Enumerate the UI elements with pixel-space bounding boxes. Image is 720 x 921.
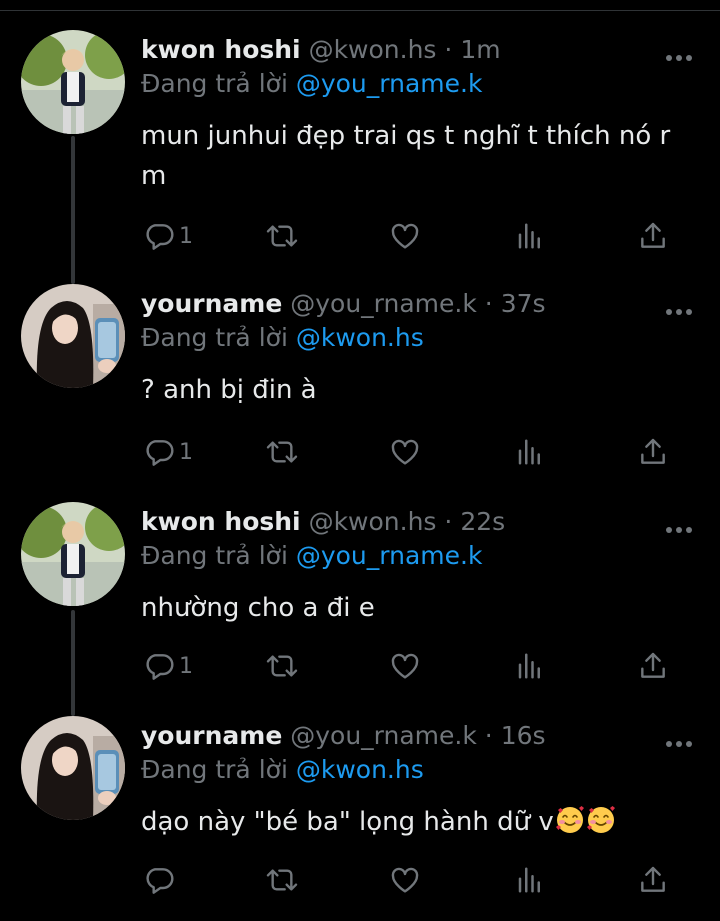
replying-to-label: Đang trả lời [141,69,288,98]
action-bar: 1 [0,646,720,686]
replying-to: Đang trả lời @kwon.hs [141,322,424,354]
like-icon [391,653,419,679]
tweet-text-content: dạo này "bé ba" lọng hành dữ v [141,807,554,837]
more-icon[interactable] [664,302,694,315]
share-button[interactable] [637,432,669,472]
replying-to-label: Đang trả lời [141,323,288,352]
author-handle[interactable]: @you_rname.k [290,721,477,750]
replying-to: Đang trả lời @kwon.hs [141,754,424,786]
replying-to-label: Đang trả lời [141,541,288,570]
reply-count: 1 [179,439,193,465]
like-button[interactable] [388,860,422,900]
replying-to-label: Đang trả lời [141,755,288,784]
like-icon [391,439,419,465]
more-icon[interactable] [664,734,694,747]
tweet[interactable]: yourname @you_rname.k · 37s Đang trả lời… [0,284,720,499]
like-button[interactable] [388,432,422,472]
timestamp[interactable]: 37s [501,289,546,318]
like-button[interactable] [388,646,422,686]
separator-dot: · [444,507,453,536]
action-bar: 1 [0,216,720,256]
action-bar: 1 [0,432,720,472]
more-icon[interactable] [664,48,694,61]
tweet-text: ? anh bị đin à [141,375,317,405]
tweet[interactable]: kwon hoshi @kwon.hs · 22s Đang trả lời @… [0,502,720,712]
tweet-text: nhường cho a đi e [141,593,375,623]
retweet-icon [266,225,298,247]
avatar[interactable] [21,284,125,388]
share-button[interactable] [637,646,669,686]
tweet-text: mun junhui đẹp trai qs t nghĩ t thích nó… [141,121,671,191]
smiling-face-with-hearts-emoji [586,806,615,833]
views-icon [518,653,540,679]
retweet-button[interactable] [264,860,300,900]
reply-button[interactable] [143,860,175,900]
author-name[interactable]: kwon hoshi [141,35,301,64]
author-name[interactable]: yourname [141,289,282,318]
like-icon [391,867,419,893]
share-button[interactable] [637,216,669,256]
top-divider [0,10,720,11]
retweet-button[interactable] [264,432,300,472]
author-handle[interactable]: @you_rname.k [290,289,477,318]
retweet-button[interactable] [264,646,300,686]
author-name[interactable]: yourname [141,721,282,750]
separator-dot: · [484,721,493,750]
retweet-icon [266,869,298,891]
action-bar [0,860,720,900]
share-icon [641,222,665,248]
timestamp[interactable]: 1m [460,35,500,64]
share-icon [641,438,665,464]
reply-count: 1 [179,653,193,679]
retweet-icon [266,441,298,463]
separator-dot: · [484,289,493,318]
replying-to-mention[interactable]: @you_rname.k [296,69,483,98]
author-name[interactable]: kwon hoshi [141,507,301,536]
replying-to-mention[interactable]: @kwon.hs [296,755,424,784]
reply-icon [146,440,174,466]
share-button[interactable] [637,860,669,900]
author-handle[interactable]: @kwon.hs [309,35,437,64]
views-button[interactable] [515,860,545,900]
timestamp[interactable]: 16s [501,721,546,750]
replying-to: Đang trả lời @you_rname.k [141,68,482,100]
timestamp[interactable]: 22s [460,507,505,536]
like-icon [391,223,419,249]
replying-to-mention[interactable]: @you_rname.k [296,541,483,570]
retweet-icon [266,655,298,677]
like-button[interactable] [388,216,422,256]
retweet-button[interactable] [264,216,300,256]
smiling-face-with-hearts-emoji [555,806,584,833]
tweet-text: dạo này "bé ba" lọng hành dữ v [141,802,681,842]
views-button[interactable] [515,216,545,256]
reply-button[interactable]: 1 [143,646,193,686]
reply-button[interactable]: 1 [143,216,193,256]
author-handle[interactable]: @kwon.hs [309,507,437,536]
reply-icon [146,224,174,250]
replying-to: Đang trả lời @you_rname.k [141,540,482,572]
reply-icon [146,868,174,894]
tweet[interactable]: yourname @you_rname.k · 16s Đang trả lời… [0,716,720,916]
views-icon [518,223,540,249]
reply-button[interactable]: 1 [143,432,193,472]
replying-to-mention[interactable]: @kwon.hs [296,323,424,352]
avatar[interactable] [21,30,125,134]
reply-icon [146,654,174,680]
views-button[interactable] [515,646,545,686]
separator-dot: · [444,35,453,64]
reply-count: 1 [179,223,193,249]
tweet[interactable]: kwon hoshi @kwon.hs · 1m Đang trả lời @y… [0,30,720,280]
avatar[interactable] [21,716,125,820]
views-icon [518,867,540,893]
share-icon [641,652,665,678]
views-icon [518,439,540,465]
views-button[interactable] [515,432,545,472]
avatar[interactable] [21,502,125,606]
more-icon[interactable] [664,520,694,533]
share-icon [641,866,665,892]
